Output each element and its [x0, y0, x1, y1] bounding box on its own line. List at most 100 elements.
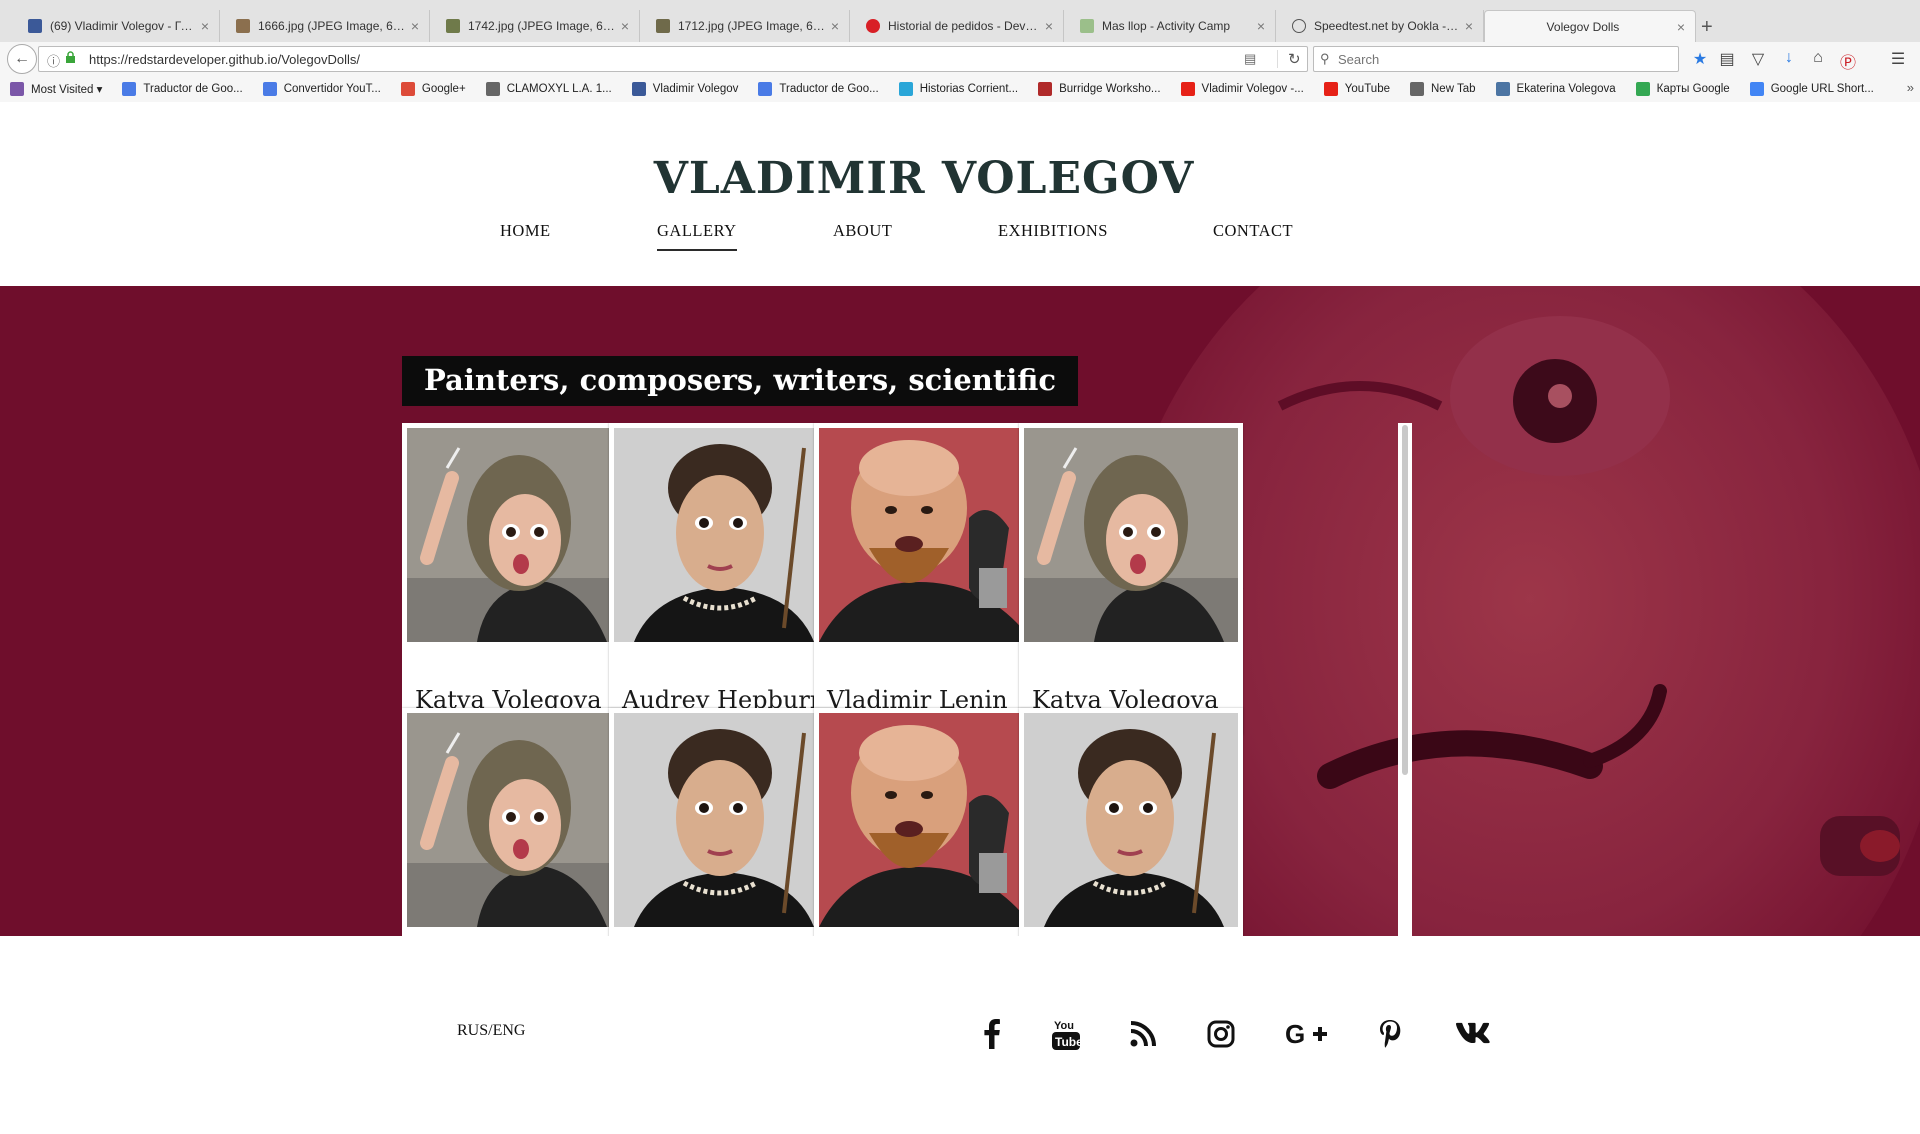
tab-image-1712[interactable]: 1712.jpg (JPEG Image, 640 × × [646, 10, 850, 42]
menu-hamburger-icon[interactable]: ☰ [1888, 49, 1908, 69]
info-icon[interactable]: ⓘ [47, 51, 60, 70]
bookmark-item[interactable]: New Tab [1410, 82, 1476, 96]
bookmarks-toolbar: Most Visited ▾ Traductor de Goo... Convert… [0, 76, 1920, 102]
bookmark-item[interactable]: Vladimir Volegov [631, 82, 739, 96]
tab-facebook[interactable]: (69) Vladimir Volegov - Главн × [18, 10, 220, 42]
facebook-icon[interactable] [974, 1016, 1010, 1052]
gallery-scrollbar[interactable] [1398, 423, 1412, 936]
home-icon[interactable]: ⌂ [1808, 49, 1828, 67]
pocket-icon[interactable]: ▽ [1748, 49, 1768, 69]
pinterest-button-icon[interactable]: Ⓟ [1838, 49, 1858, 73]
pinterest-icon[interactable] [1372, 1016, 1408, 1052]
nav-contact[interactable]: CONTACT [1213, 221, 1293, 241]
tab-volegov-dolls[interactable]: Volegov Dolls × [1484, 10, 1696, 42]
close-tab-icon[interactable]: × [411, 18, 419, 34]
doll-photo[interactable] [1024, 428, 1238, 642]
web-page: VLADIMIR VOLEGOV HOME GALLERY ABOUT EXHI… [0, 103, 1920, 1134]
new-tab-button[interactable]: + [1701, 16, 1713, 39]
close-tab-icon[interactable]: × [1045, 18, 1053, 34]
svg-text:Tube: Tube [1055, 1035, 1080, 1049]
doll-card[interactable]: Vladimir Lenin [814, 423, 1038, 735]
bookmark-item[interactable]: Google URL Short... [1749, 82, 1874, 96]
close-tab-icon[interactable]: × [1677, 19, 1685, 35]
tab-title: Historial de pedidos - Devora [888, 19, 1039, 33]
scrollbar-thumb[interactable] [1402, 425, 1408, 775]
tab-image-1666[interactable]: 1666.jpg (JPEG Image, 640 × × [226, 10, 430, 42]
tab-historial-pedidos[interactable]: Historial de pedidos - Devora × [856, 10, 1064, 42]
doll-photo[interactable] [407, 428, 621, 642]
bookmark-item[interactable]: YouTube [1323, 82, 1390, 96]
reader-view-icon[interactable]: ▤ [1244, 51, 1256, 67]
doll-photo[interactable] [614, 713, 828, 927]
close-tab-icon[interactable]: × [831, 18, 839, 34]
bookmark-label: Vladimir Volegov [652, 83, 739, 95]
tab-strip: (69) Vladimir Volegov - Главн × 1666.jpg… [0, 6, 1920, 42]
doll-card[interactable] [609, 708, 833, 936]
search-input[interactable] [1338, 50, 1668, 68]
bookmark-item[interactable]: Vladimir Volegov -... [1180, 82, 1304, 96]
doll-photo[interactable] [819, 428, 1033, 642]
bookmark-item[interactable]: Traductor de Goo... [758, 82, 879, 96]
bookmark-label: Google+ [421, 83, 466, 95]
search-bar[interactable]: ⚲ [1313, 46, 1679, 72]
nav-gallery[interactable]: GALLERY [657, 221, 737, 251]
doll-card[interactable] [402, 708, 626, 936]
bookmark-star-icon[interactable]: ★ [1690, 49, 1710, 69]
youtube-icon[interactable]: You Tube [1048, 1016, 1084, 1052]
instagram-icon[interactable] [1203, 1016, 1239, 1052]
bookmark-item[interactable]: Most Visited ▾ [10, 82, 102, 96]
image-favicon-icon [236, 19, 250, 33]
bookmarks-library-icon[interactable]: ▤ [1717, 49, 1737, 69]
speedtest-favicon-icon [1292, 19, 1306, 33]
google-plus-icon[interactable]: G [1285, 1016, 1329, 1052]
doll-card[interactable]: Audrey Hepburn [609, 423, 833, 735]
search-icon: ⚲ [1320, 51, 1330, 66]
tab-title: 1666.jpg (JPEG Image, 640 × [258, 19, 405, 33]
close-tab-icon[interactable]: × [1465, 18, 1473, 34]
close-tab-icon[interactable]: × [1257, 18, 1265, 34]
bookmark-item[interactable]: Google+ [400, 82, 466, 96]
bookmark-favicon-icon [1635, 82, 1650, 96]
vk-icon[interactable] [1451, 1016, 1491, 1052]
bookmark-favicon-icon [758, 82, 773, 96]
rss-icon[interactable] [1125, 1016, 1161, 1052]
language-switch[interactable]: RUS/ENG [457, 1022, 525, 1040]
url-text[interactable]: https://redstardeveloper.github.io/Voleg… [89, 52, 360, 67]
doll-photo[interactable] [407, 713, 621, 927]
bookmark-label: Traductor de Goo... [143, 83, 243, 95]
doll-photo[interactable] [614, 428, 828, 642]
tab-image-1742[interactable]: 1742.jpg (JPEG Image, 640 × × [436, 10, 640, 42]
bookmark-label: Burridge Worksho... [1059, 83, 1161, 95]
address-bar[interactable]: ⓘ https://redstardeveloper.github.io/Vol… [38, 46, 1308, 72]
doll-card[interactable] [814, 708, 1038, 936]
bookmark-item[interactable]: CLAMOXYL L.A. 1... [485, 82, 612, 96]
downloads-icon[interactable]: ↓ [1779, 49, 1799, 67]
nav-exhibitions[interactable]: EXHIBITIONS [998, 221, 1108, 241]
doll-card[interactable] [1019, 708, 1243, 936]
bookmark-label: YouTube [1344, 83, 1390, 95]
bookmark-label: Google URL Short... [1770, 83, 1874, 95]
navigation-toolbar: ← ⓘ https://redstardeveloper.github.io/V… [0, 42, 1920, 76]
site-title[interactable]: VLADIMIR VOLEGOV [0, 153, 1848, 204]
image-favicon-icon [656, 19, 670, 33]
back-button[interactable]: ← [7, 44, 37, 74]
bookmark-item[interactable]: Ekaterina Volegova [1495, 82, 1616, 96]
tab-mas-llop[interactable]: Mas llop - Activity Camp × [1070, 10, 1276, 42]
doll-photo[interactable] [819, 713, 1033, 927]
bookmark-item[interactable]: Traductor de Goo... [122, 82, 243, 96]
doll-card[interactable]: Katya Volegova [1019, 423, 1243, 735]
bookmark-label: Ekaterina Volegova [1516, 83, 1616, 95]
bookmarks-overflow-icon[interactable]: » [1907, 80, 1914, 95]
close-tab-icon[interactable]: × [621, 18, 629, 34]
bookmark-item[interactable]: Historias Corrient... [898, 82, 1018, 96]
close-tab-icon[interactable]: × [201, 18, 209, 34]
nav-about[interactable]: ABOUT [833, 221, 892, 241]
bookmark-item[interactable]: Burridge Worksho... [1038, 82, 1161, 96]
nav-home[interactable]: HOME [500, 221, 551, 241]
bookmark-item[interactable]: Карты Google [1635, 82, 1730, 96]
reload-icon[interactable]: ↻ [1277, 50, 1301, 68]
tab-speedtest[interactable]: Speedtest.net by Ookla - Глоб × [1282, 10, 1484, 42]
doll-photo[interactable] [1024, 713, 1238, 927]
bookmark-item[interactable]: Convertidor YouT... [262, 82, 381, 96]
doll-card[interactable]: Katya Volegova [402, 423, 626, 735]
